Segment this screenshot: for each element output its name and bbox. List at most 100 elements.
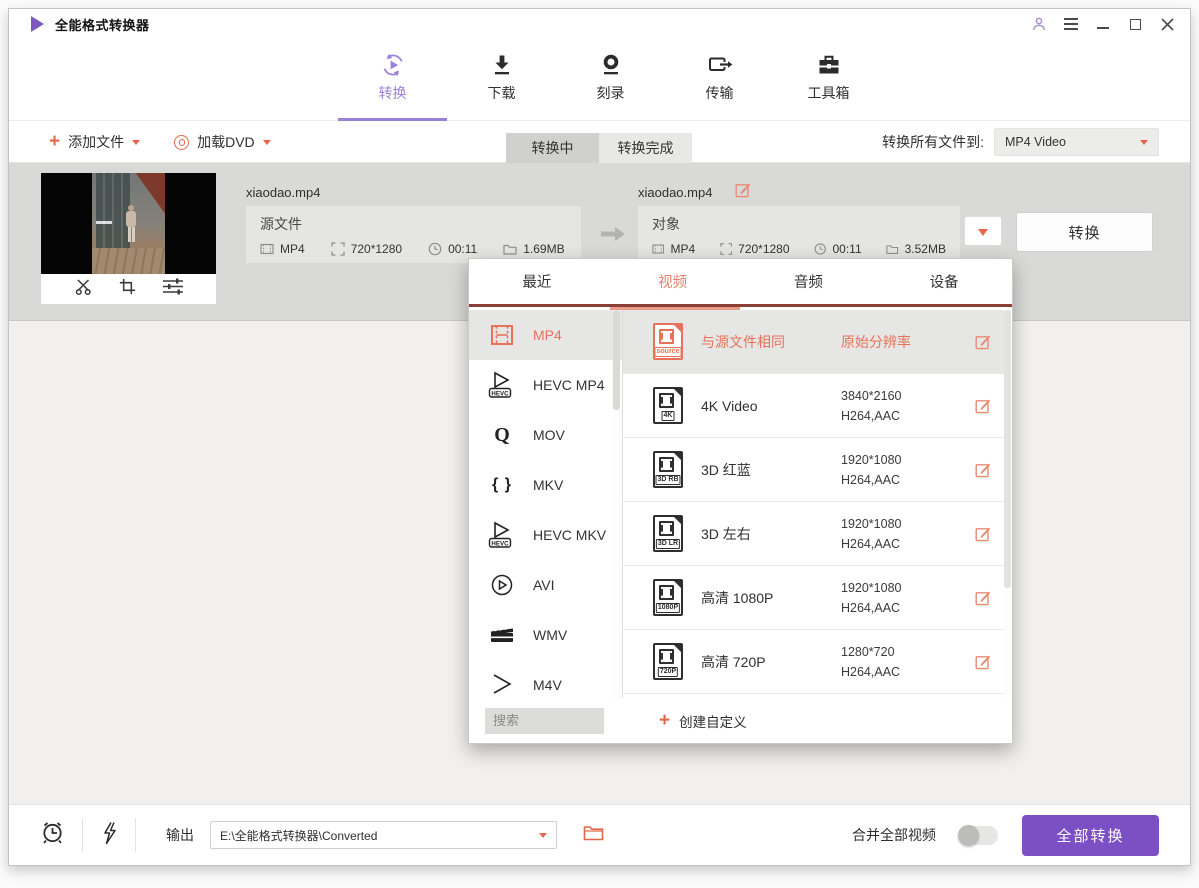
format-item-mov[interactable]: Q MOV bbox=[469, 410, 622, 460]
source-size: 1.69MB bbox=[523, 242, 564, 256]
popup-tabs: 最近 视频 音频 设备 bbox=[469, 259, 1012, 307]
source-format: MP4 bbox=[280, 242, 305, 256]
preset-resolution: 1920*1080 bbox=[841, 450, 975, 470]
app-logo-icon bbox=[31, 16, 44, 32]
effects-sliders-icon[interactable] bbox=[162, 278, 184, 300]
user-account-icon[interactable] bbox=[1030, 15, 1048, 33]
add-file-button[interactable]: + 添加文件 bbox=[49, 132, 140, 152]
tab-converting[interactable]: 转换中 bbox=[506, 133, 599, 163]
popup-active-tab-underline bbox=[610, 307, 740, 310]
duration-clock-icon bbox=[428, 242, 442, 256]
edit-preset-icon[interactable] bbox=[975, 653, 992, 670]
output-path-value: E:\全能格式转换器\Converted bbox=[220, 827, 377, 844]
high-speed-bolt-icon[interactable] bbox=[99, 821, 119, 850]
preset-name: 3D 左右 bbox=[701, 524, 841, 544]
preset-hd-720p[interactable]: 720P 高清 720P 1280*720 H264,AAC bbox=[623, 630, 1006, 694]
load-dvd-label: 加载DVD bbox=[197, 132, 255, 152]
format-item-mkv[interactable]: { } MKV bbox=[469, 460, 622, 510]
format-picker-popup: 最近 视频 音频 设备 MP4 HEVC HEVC MP4 bbox=[468, 258, 1013, 744]
popup-tab-video[interactable]: 视频 bbox=[605, 259, 741, 304]
preset-4k-video[interactable]: 4K 4K Video 3840*2160 H264,AAC bbox=[623, 374, 1006, 438]
preset-name: 高清 1080P bbox=[701, 588, 841, 608]
plus-icon: + bbox=[49, 135, 60, 149]
create-custom-button[interactable]: + 创建自定义 bbox=[659, 711, 747, 731]
format-item-m4v[interactable]: M4V bbox=[469, 660, 622, 700]
preset-codec: H264,AAC bbox=[841, 406, 975, 426]
load-dvd-button[interactable]: 加载DVD bbox=[174, 132, 271, 152]
open-folder-icon[interactable] bbox=[583, 824, 604, 846]
preset-same-as-source[interactable]: source 与源文件相同 原始分辨率 bbox=[623, 310, 1006, 374]
preset-name: 4K Video bbox=[701, 398, 841, 414]
edit-preset-icon[interactable] bbox=[975, 589, 992, 606]
format-item-avi[interactable]: AVI bbox=[469, 560, 622, 610]
crop-icon[interactable] bbox=[119, 278, 136, 300]
close-button[interactable] bbox=[1158, 15, 1176, 33]
preset-name: 高清 720P bbox=[701, 652, 841, 672]
tab-convert-finished[interactable]: 转换完成 bbox=[599, 133, 692, 163]
tab-download-label: 下载 bbox=[488, 83, 516, 103]
search-input[interactable] bbox=[485, 708, 604, 734]
target-info-panel: 对象 MP4 720*1280 00:11 3.52MB bbox=[638, 206, 960, 263]
popup-footer: + 创建自定义 bbox=[469, 698, 1012, 743]
source-to-target-arrow-icon bbox=[599, 225, 627, 248]
trim-icon[interactable] bbox=[74, 277, 93, 301]
maximize-button[interactable] bbox=[1126, 15, 1144, 33]
popup-tab-device[interactable]: 设备 bbox=[876, 259, 1012, 304]
schedule-alarm-icon[interactable] bbox=[39, 819, 66, 851]
source-info-panel: 源文件 MP4 720*1280 00:11 1.69MB bbox=[246, 206, 581, 263]
edit-preset-icon[interactable] bbox=[975, 397, 992, 414]
preset-resolution: 1920*1080 bbox=[841, 514, 975, 534]
main-nav: 转换 下载 刻录 bbox=[9, 39, 1190, 121]
edit-preset-icon[interactable] bbox=[975, 461, 992, 478]
preset-codec: H264,AAC bbox=[841, 598, 975, 618]
target-format-dropdown-button[interactable] bbox=[964, 216, 1002, 246]
720p-preset-file-icon: 720P bbox=[653, 643, 683, 680]
output-path-select[interactable]: E:\全能格式转换器\Converted bbox=[210, 821, 557, 849]
popup-tab-recent[interactable]: 最近 bbox=[469, 259, 605, 304]
tab-burn[interactable]: 刻录 bbox=[556, 39, 665, 121]
minimize-button[interactable] bbox=[1094, 15, 1112, 33]
preset-list-scrollbar[interactable] bbox=[1004, 310, 1011, 700]
clapperboard-icon bbox=[486, 620, 518, 650]
edit-preset-icon[interactable] bbox=[975, 333, 992, 350]
preset-codec: H264,AAC bbox=[841, 534, 975, 554]
convert-button[interactable]: 转换 bbox=[1016, 212, 1153, 252]
format-item-hevc-mkv[interactable]: HEVC HEVC MKV bbox=[469, 510, 622, 560]
tab-toolbox[interactable]: 工具箱 bbox=[774, 39, 883, 121]
preset-3d-red-blue[interactable]: 3D RB 3D 红蓝 1920*1080 H264,AAC bbox=[623, 438, 1006, 502]
chevron-down-icon bbox=[1140, 140, 1148, 149]
format-item-mp4[interactable]: MP4 bbox=[469, 310, 622, 360]
output-format-select[interactable]: MP4 Video bbox=[994, 128, 1159, 156]
tab-transfer[interactable]: 传输 bbox=[665, 39, 774, 121]
transfer-icon bbox=[707, 52, 733, 78]
format-item-hevc-mp4[interactable]: HEVC HEVC MP4 bbox=[469, 360, 622, 410]
preset-3d-left-right[interactable]: 3D LR 3D 左右 1920*1080 H264,AAC bbox=[623, 502, 1006, 566]
divider bbox=[135, 818, 136, 852]
format-item-wmv[interactable]: WMV bbox=[469, 610, 622, 660]
resolution-icon bbox=[720, 242, 732, 256]
preset-codec: H264,AAC bbox=[841, 662, 975, 682]
toggle-knob bbox=[958, 825, 979, 846]
dvd-icon bbox=[174, 135, 189, 150]
menu-icon[interactable] bbox=[1062, 15, 1080, 33]
app-title: 全能格式转换器 bbox=[55, 15, 150, 34]
toolbar: + 添加文件 加载DVD 转换中 转换完成 转换所有文件到: MP4 Video bbox=[9, 121, 1190, 163]
download-icon bbox=[489, 52, 515, 78]
format-label: MKV bbox=[533, 477, 563, 493]
chevron-down-icon bbox=[978, 229, 988, 240]
preset-resolution: 1280*720 bbox=[841, 642, 975, 662]
source-file-name: xiaodao.mp4 bbox=[246, 185, 320, 200]
tab-download[interactable]: 下载 bbox=[447, 39, 556, 121]
svg-text:HEVC: HEVC bbox=[491, 390, 509, 397]
convert-all-button[interactable]: 全部转换 bbox=[1022, 815, 1159, 856]
tab-convert[interactable]: 转换 bbox=[338, 39, 447, 121]
popup-tab-audio[interactable]: 音频 bbox=[741, 259, 877, 304]
source-panel-title: 源文件 bbox=[260, 214, 567, 234]
format-list-scrollbar[interactable] bbox=[613, 310, 620, 700]
merge-videos-toggle[interactable] bbox=[958, 826, 998, 845]
preset-hd-1080p[interactable]: 1080P 高清 1080P 1920*1080 H264,AAC bbox=[623, 566, 1006, 630]
edit-preset-icon[interactable] bbox=[975, 525, 992, 542]
mp4-filmstrip-icon bbox=[486, 320, 518, 350]
rename-target-icon[interactable] bbox=[735, 181, 752, 198]
merge-videos-label: 合并全部视频 bbox=[852, 825, 936, 845]
